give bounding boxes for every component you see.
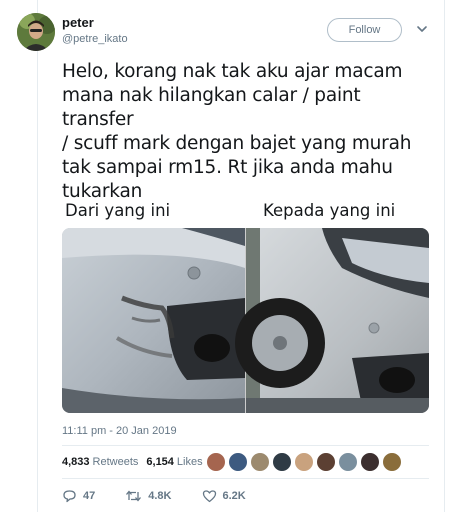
user-handle[interactable]: @petre_ikato <box>62 33 128 45</box>
after-photo <box>235 228 429 413</box>
reply-count: 47 <box>83 490 96 502</box>
tweet-media[interactable] <box>62 228 429 413</box>
like-button[interactable]: 6.2K <box>202 489 246 503</box>
tweet-text-line: mana nak hilangkan calar / paint transfe… <box>62 85 361 130</box>
timeline-border-left <box>37 0 38 512</box>
like-label: Likes <box>176 456 203 468</box>
like-stat[interactable]: 6,154 Likes <box>146 456 202 468</box>
user-display-name[interactable]: peter <box>62 15 94 30</box>
divider <box>62 445 429 446</box>
caption-before: Dari yang ini <box>65 201 171 220</box>
liker-avatar[interactable] <box>382 452 402 472</box>
timeline-border-right <box>444 0 445 512</box>
before-photo <box>62 228 245 413</box>
tweet-actions: 47 4.8K 6.2K <box>62 489 276 503</box>
avatar[interactable] <box>17 13 55 51</box>
liker-avatar[interactable] <box>338 452 358 472</box>
like-count: 6,154 <box>146 456 174 468</box>
likers-avatars <box>206 452 402 472</box>
retweet-action-count: 4.8K <box>148 490 172 502</box>
tweet-text-line: tak sampai rm15. Rt jika anda mahu <box>62 157 393 178</box>
heart-icon <box>202 490 216 503</box>
reply-button[interactable]: 47 <box>62 489 95 503</box>
retweet-count: 4,833 <box>62 456 90 468</box>
retweet-label: Retweets <box>92 456 139 468</box>
divider <box>62 478 429 479</box>
liker-avatar[interactable] <box>316 452 336 472</box>
reply-icon <box>63 490 76 503</box>
liker-avatar[interactable] <box>294 452 314 472</box>
retweet-icon <box>126 490 142 502</box>
liker-avatar[interactable] <box>272 452 292 472</box>
tweet-stats: 4,833 Retweets 6,154 Likes <box>62 456 203 468</box>
liker-avatar[interactable] <box>206 452 226 472</box>
retweet-stat[interactable]: 4,833 Retweets <box>62 456 138 468</box>
like-action-count: 6.2K <box>222 490 246 502</box>
caption-after: Kepada yang ini <box>263 201 396 220</box>
liker-avatar[interactable] <box>250 452 270 472</box>
liker-avatar[interactable] <box>228 452 248 472</box>
retweet-button[interactable]: 4.8K <box>125 489 172 503</box>
tweet-timestamp[interactable]: 11:11 pm - 20 Jan 2019 <box>62 425 177 437</box>
tweet-text: Helo, korang nak tak aku ajar macam mana… <box>62 60 432 204</box>
chevron-down-icon[interactable] <box>416 23 428 35</box>
tweet-text-line: Helo, korang nak tak aku ajar macam <box>62 61 403 82</box>
liker-avatar[interactable] <box>360 452 380 472</box>
tweet-text-line: / scuff mark dengan bajet yang murah <box>62 133 412 154</box>
follow-button[interactable]: Follow <box>327 18 402 42</box>
